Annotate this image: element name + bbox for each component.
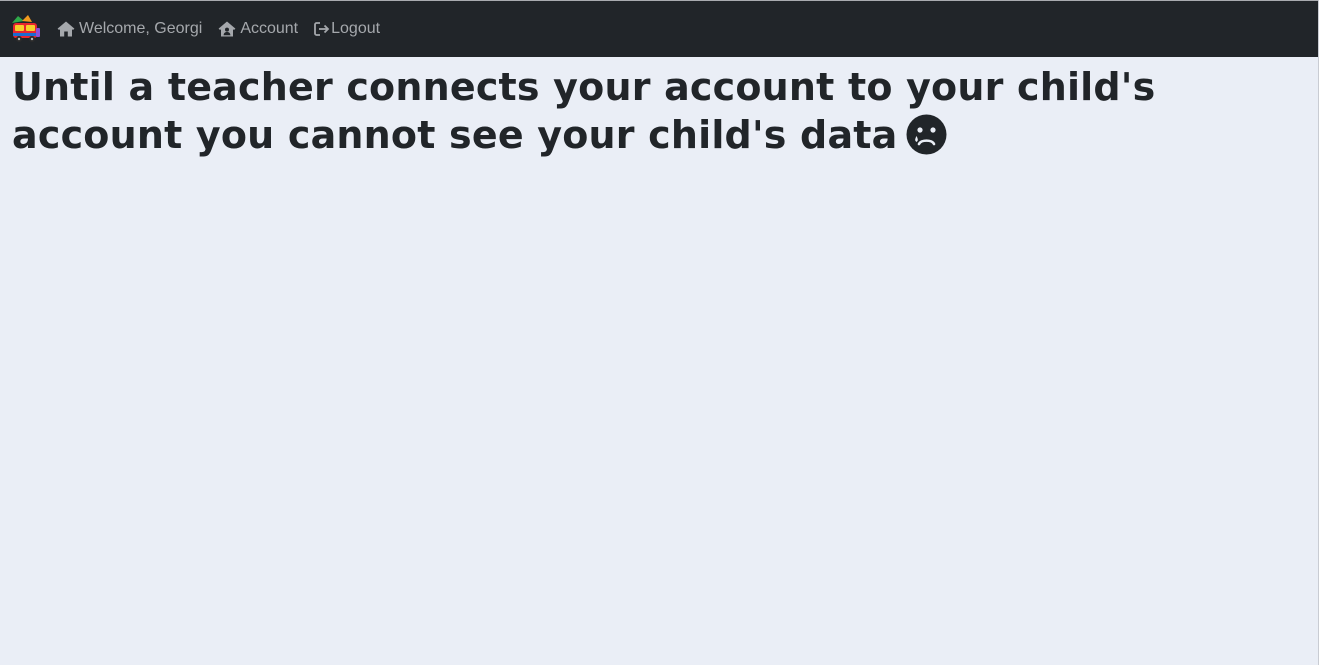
no-access-message: Until a teacher connects your account to… <box>12 57 1302 166</box>
app-window: Welcome, Georgi Account Logout Until a t… <box>0 0 1319 665</box>
house-user-icon <box>218 21 236 37</box>
nav-item-logout-label: Logout <box>331 20 381 37</box>
nav-item-welcome-label: Welcome, Georgi <box>79 20 203 37</box>
nav-item-welcome[interactable]: Welcome, Georgi <box>57 20 202 38</box>
logout-icon <box>314 21 330 37</box>
nav-item-logout[interactable]: Logout <box>314 20 380 38</box>
sad-tear-icon <box>906 114 947 166</box>
no-access-message-text: Until a teacher connects your account to… <box>12 65 1156 157</box>
nav-item-account[interactable]: Account <box>218 20 298 38</box>
school-bus-logo-icon[interactable] <box>10 14 42 44</box>
home-icon <box>57 21 75 37</box>
top-navbar: Welcome, Georgi Account Logout <box>0 1 1318 57</box>
main-content: Until a teacher connects your account to… <box>12 57 1302 166</box>
nav-item-account-label: Account <box>240 20 299 37</box>
